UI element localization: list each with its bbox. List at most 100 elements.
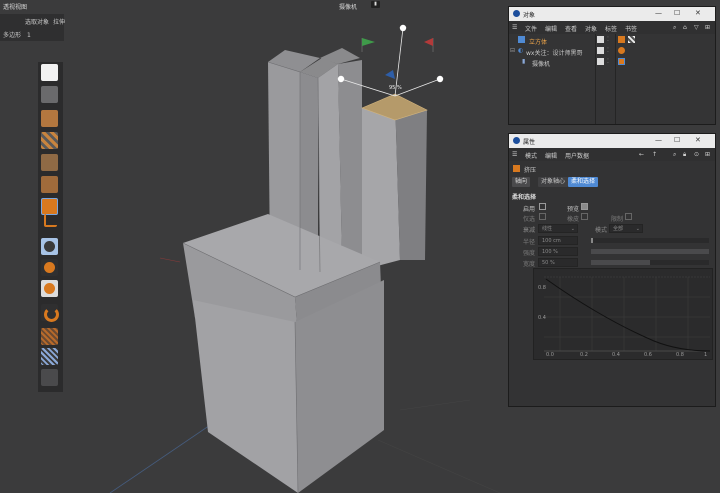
snap-icon[interactable] xyxy=(41,238,58,255)
width-slider[interactable] xyxy=(591,260,709,265)
falloff-curve-graph[interactable]: 0.8 0.4 0.0 0.2 0.4 0.6 0.8 1 xyxy=(533,268,713,360)
x-tick-label: 0.2 xyxy=(580,352,588,358)
new-panel-icon[interactable]: ⊞ xyxy=(705,151,710,158)
search-icon[interactable]: ⌕ xyxy=(673,24,676,32)
object-row-camera[interactable]: ▮ 摄像机 ⁚ xyxy=(509,57,715,68)
close-icon[interactable]: ✕ xyxy=(695,136,701,144)
tab-axis[interactable]: 轴向 xyxy=(512,177,531,187)
objects-titlebar[interactable]: 对象 — ☐ ✕ xyxy=(509,7,715,21)
tab-soft-selection[interactable]: 柔和选择 xyxy=(568,177,599,187)
menu-mode[interactable]: 模式 xyxy=(525,151,537,160)
mode-toolbar xyxy=(38,62,63,392)
y-tick-label: 0.4 xyxy=(538,315,546,321)
editor-render-dots-icon[interactable]: ⁚ xyxy=(607,47,609,54)
camera-icon[interactable]: ▮ xyxy=(371,1,380,8)
axis-icon[interactable] xyxy=(44,214,57,227)
phong-tag-icon[interactable] xyxy=(618,36,625,43)
hamburger-icon[interactable]: ☰ xyxy=(512,24,517,31)
object-row-cube[interactable]: 立方体 ⁚ xyxy=(509,35,715,46)
chevron-down-icon: ⌄ xyxy=(570,226,575,232)
rubber-checkbox[interactable] xyxy=(581,213,588,220)
lock-icon[interactable]: 🔒︎ xyxy=(683,151,686,159)
lock-icon[interactable] xyxy=(41,369,58,386)
chevron-down-icon: ⌄ xyxy=(635,226,640,232)
back-arrow-icon[interactable]: ← xyxy=(639,151,644,158)
filter-icon[interactable]: ▽ xyxy=(694,24,699,31)
close-icon[interactable]: ✕ xyxy=(695,9,701,17)
minimize-icon[interactable]: — xyxy=(655,136,662,144)
tab-object-axis[interactable]: 对象轴心 xyxy=(538,177,569,187)
uv-mode-icon[interactable] xyxy=(41,132,58,149)
magnet-icon[interactable] xyxy=(41,304,59,322)
expand-icon[interactable]: ⊟ xyxy=(510,47,515,54)
new-panel-icon[interactable]: ⊞ xyxy=(705,24,710,31)
menu-user-data[interactable]: 用户数据 xyxy=(565,151,589,160)
hamburger-icon[interactable]: ☰ xyxy=(512,151,517,158)
protection-tag-icon[interactable] xyxy=(618,58,625,65)
mode-label: 模式 xyxy=(595,227,608,234)
preview-label: 预览 xyxy=(567,206,580,213)
object-row-note[interactable]: ⊟ ◐ wx关注：设计师黑哥 ⁚ xyxy=(509,46,715,57)
attributes-body: 挤压 轴向 对象轴心 柔和选择 柔和选择 启用 预览 仅选 橡皮 限制 衰减 线… xyxy=(509,161,715,406)
preview-checkbox[interactable] xyxy=(581,203,588,210)
menu-bookmarks[interactable]: 书签 xyxy=(625,24,637,33)
grid-icon[interactable] xyxy=(41,348,58,365)
search-icon[interactable]: ⌕ xyxy=(673,151,676,159)
visibility-toggle[interactable] xyxy=(597,36,604,43)
enable-checkbox[interactable] xyxy=(539,203,546,210)
minimize-icon[interactable]: — xyxy=(655,9,662,17)
visibility-toggle[interactable] xyxy=(597,47,604,54)
x-tick-label: 0.4 xyxy=(612,352,620,358)
attributes-panel: 属性 — ☐ ✕ ☰ 模式 编辑 用户数据 ← ↑ ⌕ 🔒︎ ⊙ ⊞ 挤压 轴向… xyxy=(508,133,716,407)
radius-slider[interactable] xyxy=(591,238,709,243)
editor-render-dots-icon[interactable]: ⁚ xyxy=(607,36,609,43)
strength-field[interactable]: 100 % xyxy=(538,247,578,256)
camera-label[interactable]: 摄像机 xyxy=(339,2,357,11)
handle-value-label: 95 % xyxy=(389,85,402,91)
menu-file[interactable]: 文件 xyxy=(525,24,537,33)
cube-object-icon xyxy=(518,36,525,43)
section-title: 柔和选择 xyxy=(512,194,537,201)
strength-label: 强度 xyxy=(523,250,536,257)
menu-edit[interactable]: 编辑 xyxy=(545,24,557,33)
workplane-icon[interactable] xyxy=(41,328,58,345)
snap-settings-icon[interactable] xyxy=(41,280,58,297)
strength-slider[interactable] xyxy=(591,249,709,254)
attributes-menubar: ☰ 模式 编辑 用户数据 ← ↑ ⌕ 🔒︎ ⊙ ⊞ xyxy=(509,148,715,161)
edges-mode-icon[interactable] xyxy=(41,176,58,193)
menu-object[interactable]: 对象 xyxy=(585,24,597,33)
curve-svg[interactable] xyxy=(534,269,712,359)
editor-render-dots-icon[interactable]: ⁚ xyxy=(607,58,609,65)
polygons-mode-icon[interactable] xyxy=(41,198,58,215)
chair-object[interactable] xyxy=(182,48,428,493)
model-mode-icon[interactable] xyxy=(41,64,58,81)
width-field[interactable]: 50 % xyxy=(538,258,578,267)
visibility-toggle[interactable] xyxy=(597,58,604,65)
selected-only-checkbox[interactable] xyxy=(539,213,546,220)
up-arrow-icon[interactable]: ↑ xyxy=(652,151,657,158)
maximize-icon[interactable]: ☐ xyxy=(674,136,680,144)
points-mode-icon[interactable] xyxy=(41,154,58,171)
texture-icon[interactable] xyxy=(41,86,58,103)
view-name[interactable]: 透视视图 xyxy=(3,2,27,11)
enable-label: 启用 xyxy=(523,206,536,213)
limit-label: 限制 xyxy=(611,216,624,223)
material-tag-icon[interactable] xyxy=(628,36,635,43)
mode-select[interactable]: 全部 ⌄ xyxy=(609,224,643,233)
disabled-tag-icon[interactable] xyxy=(618,47,625,54)
snap-toggle-icon[interactable] xyxy=(41,259,58,276)
camera-object-icon: ▮ xyxy=(522,58,526,65)
attributes-titlebar[interactable]: 属性 — ☐ ✕ xyxy=(509,134,715,148)
menu-edit[interactable]: 编辑 xyxy=(545,151,557,160)
object-name: 立方体 xyxy=(529,39,548,46)
menu-tags[interactable]: 标签 xyxy=(605,24,617,33)
limit-checkbox[interactable] xyxy=(625,213,632,220)
menu-view[interactable]: 查看 xyxy=(565,24,577,33)
history-icon[interactable]: ⊙ xyxy=(694,151,699,158)
home-icon[interactable]: ⌂ xyxy=(683,24,687,31)
object-mode-icon[interactable] xyxy=(41,110,58,127)
radius-field[interactable]: 100 cm xyxy=(538,236,578,245)
maximize-icon[interactable]: ☐ xyxy=(674,9,680,17)
hud-polygons-label: 多边形 xyxy=(3,32,22,39)
falloff-select[interactable]: 线性 ⌄ xyxy=(538,224,578,233)
